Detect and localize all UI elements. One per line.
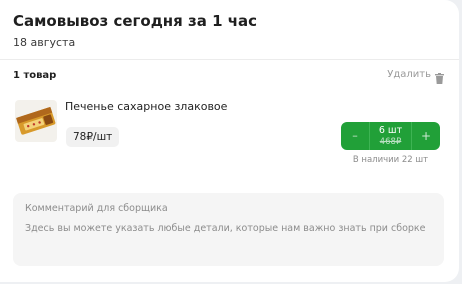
divider (0, 59, 459, 60)
stock-info: В наличии 22 шт (352, 155, 429, 165)
comment-label: Комментарий для сборщика (25, 203, 168, 214)
quantity-stepper: – 6 шт 468₽ + (341, 122, 440, 150)
delete-label: Удалить (387, 69, 431, 80)
items-count: 1 товар (13, 70, 57, 81)
delivery-title: Самовывоз сегодня за 1 час (13, 12, 258, 30)
delivery-date: 18 августа (13, 36, 76, 49)
increase-button[interactable]: + (412, 122, 440, 150)
unit-price: 78₽/шт (66, 127, 120, 147)
order-card: Самовывоз сегодня за 1 час 18 августа 1 … (0, 0, 459, 282)
product-name[interactable]: Печенье сахарное злаковое (65, 100, 227, 113)
product-image[interactable] (15, 100, 57, 142)
comment-field[interactable]: Комментарий для сборщика Здесь вы можете… (13, 193, 444, 266)
old-total-price: 468₽ (379, 137, 402, 147)
trash-icon (435, 69, 444, 84)
comment-placeholder: Здесь вы можете указать любые детали, ко… (25, 223, 426, 234)
quantity-value: 6 шт (378, 125, 403, 136)
delete-button[interactable]: Удалить (387, 69, 444, 84)
decrease-button[interactable]: – (341, 122, 369, 150)
